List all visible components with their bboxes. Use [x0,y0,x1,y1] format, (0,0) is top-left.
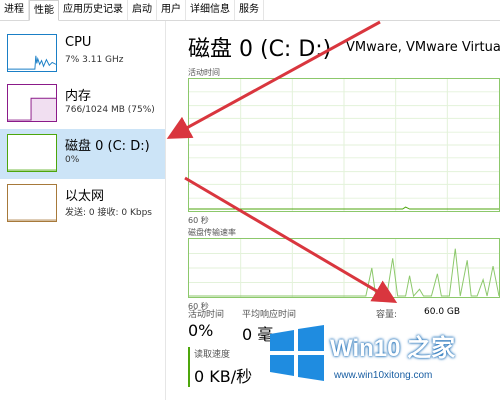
performance-sidebar: CPU 7% 3.11 GHz 内存 766/1024 MB (75%) 磁盘 … [0,21,166,400]
sidebar-item-cpu[interactable]: CPU 7% 3.11 GHz [0,29,165,79]
tab-startup[interactable]: 启动 [128,0,157,20]
transfer-rate-graph-label: 磁盘传输速率 [188,228,236,237]
active-time-label: 活动时间 [188,310,225,320]
memory-thumbnail-graph [7,84,57,122]
tab-users[interactable]: 用户 [157,0,186,20]
read-speed-value: 0 KB/秒 [194,367,253,386]
tab-processes[interactable]: 进程 [0,0,29,20]
sidebar-item-title: CPU [65,35,92,50]
sidebar-item-ethernet[interactable]: 以太网 发送: 0 接收: 0 Kbps [0,179,165,229]
page-title: 磁盘 0 (C: D:) [188,37,332,62]
tab-performance[interactable]: 性能 [29,0,59,21]
ethernet-thumbnail-graph [7,184,57,222]
watermark-brand: Win10 之家 [330,335,456,362]
active-time-value: 0% [188,321,214,340]
sidebar-item-disk[interactable]: 磁盘 0 (C: D:) 0% [0,129,165,179]
read-speed-label: 读取速度 [194,350,231,360]
sidebar-item-memory[interactable]: 内存 766/1024 MB (75%) [0,79,165,129]
sidebar-item-subtitle: 发送: 0 接收: 0 Kbps [65,208,152,218]
tab-bar: 进程 性能 应用历史记录 启动 用户 详细信息 服务 [0,0,500,21]
sidebar-item-title: 磁盘 0 (C: D:) [65,139,150,154]
watermark-url: www.win10xitong.com [334,370,433,381]
disk-model-name: VMware, VMware Virtual [346,40,500,55]
read-speed-indicator [188,347,190,387]
watermark-logo: Win10 之家 www.win10xitong.com [268,318,500,400]
capacity-value: 60.0 GB [424,307,461,317]
sidebar-item-subtitle: 0% [65,155,80,165]
disk-thumbnail-graph [7,134,57,172]
tab-app-history[interactable]: 应用历史记录 [59,0,128,20]
sidebar-item-subtitle: 766/1024 MB (75%) [65,105,155,115]
tab-services[interactable]: 服务 [235,0,264,20]
active-time-graph [188,78,500,212]
active-time-graph-footer: 60 秒 [188,216,209,225]
sidebar-item-title: 以太网 [65,189,105,204]
sidebar-item-subtitle: 7% 3.11 GHz [65,55,124,65]
sidebar-item-title: 内存 [65,89,92,104]
tab-details[interactable]: 详细信息 [186,0,235,20]
windows-logo-icon [270,325,324,381]
cpu-thumbnail-graph [7,34,57,72]
active-time-graph-label: 活动时间 [188,68,220,77]
transfer-rate-graph [188,238,500,298]
